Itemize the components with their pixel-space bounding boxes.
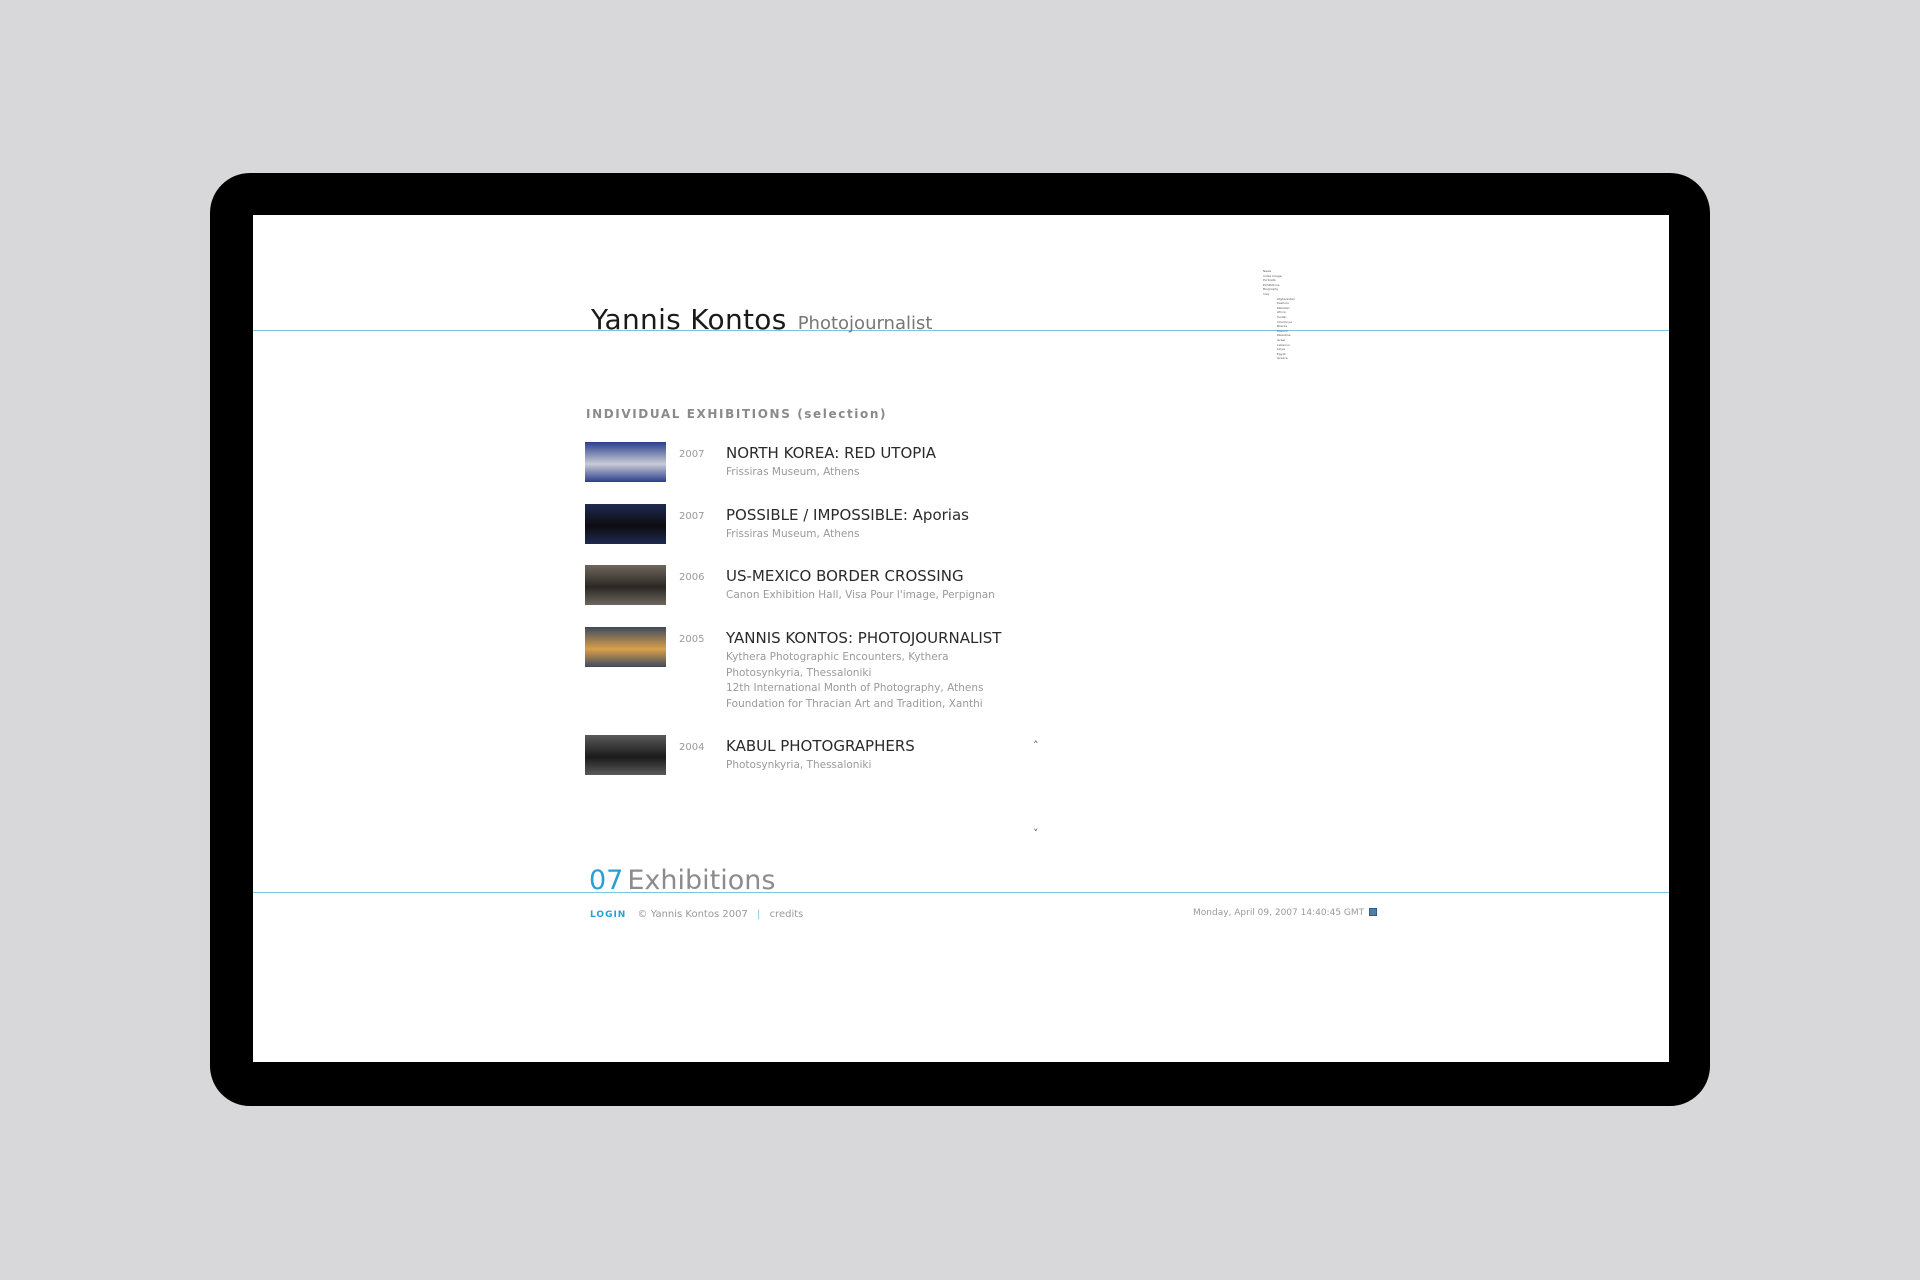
exhibition-venues: Photosynkyria, Thessaloniki xyxy=(726,758,871,774)
header-rule xyxy=(253,330,1669,331)
login-link[interactable]: LOGIN xyxy=(590,910,626,920)
exhibition-venue: Kythera Photographic Encounters, Kythera xyxy=(726,651,949,663)
exhibition-title[interactable]: KABUL PHOTOGRAPHERS xyxy=(726,737,915,755)
exhibition-venues: Kythera Photographic Encounters, Kythera… xyxy=(726,650,983,712)
exhibition-year: 2007 xyxy=(679,511,705,522)
exhibition-venues: Frissiras Museum, Athens xyxy=(726,527,860,543)
exhibition-thumbnail[interactable] xyxy=(585,442,666,482)
browser-screen: Yannis Kontos Photojournalist News Index … xyxy=(253,215,1669,1062)
exhibition-venue: Frissiras Museum, Athens xyxy=(726,528,860,540)
footer-links: LOGIN © Yannis Kontos 2007 | credits xyxy=(590,909,803,920)
exhibition-thumbnail[interactable] xyxy=(585,627,666,667)
site-name: Yannis Kontos xyxy=(591,303,787,336)
exhibition-venue: Frissiras Museum, Athens xyxy=(726,466,860,478)
copyright-text: © Yannis Kontos 2007 xyxy=(637,909,748,920)
exhibition-venue: Photosynkyria, Thessaloniki xyxy=(726,759,872,771)
exhibition-year: 2004 xyxy=(679,742,705,753)
exhibition-title[interactable]: US-MEXICO BORDER CROSSING xyxy=(726,567,964,585)
scroll-up-arrow-icon[interactable]: ˄ xyxy=(1033,739,1039,752)
exhibition-title[interactable]: YANNIS KONTOS: PHOTOJOURNALIST xyxy=(726,629,1001,647)
nav-item[interactable]: Greece xyxy=(1277,356,1288,361)
footer-separator: | xyxy=(757,909,761,920)
site-role: Photojournalist xyxy=(797,313,933,334)
exhibition-year: 2007 xyxy=(679,449,705,460)
navigation-menu: News Index Image Portraits Exhibitions Biogr… xyxy=(1263,269,1303,361)
credits-link[interactable]: credits xyxy=(770,909,804,920)
exhibition-venues: Canon Exhibition Hall, Visa Pour l'image… xyxy=(726,588,995,604)
scroll-down-arrow-icon[interactable]: ˅ xyxy=(1033,827,1039,840)
exhibition-year: 2006 xyxy=(679,572,705,583)
exhibition-venue: Foundation for Thracian Art and Traditio… xyxy=(726,697,983,710)
exhibition-venues: Frissiras Museum, Athens xyxy=(726,465,860,481)
nav-item[interactable]: Iraq xyxy=(1263,292,1269,297)
exhibition-thumbnail[interactable] xyxy=(585,504,666,544)
footer-datetime: Monday, April 09, 2007 14:40:45 GMT xyxy=(1193,908,1365,918)
exhibition-thumbnail[interactable] xyxy=(585,735,666,775)
exhibition-venue: Photosynkyria, Thessaloniki xyxy=(726,666,872,679)
exhibition-title[interactable]: POSSIBLE / IMPOSSIBLE: Aporias xyxy=(726,506,969,524)
exhibition-title[interactable]: NORTH KOREA: RED UTOPIA xyxy=(726,444,936,462)
footer-rule xyxy=(253,892,1669,893)
page-heading-number: 07 xyxy=(589,865,624,896)
footer-square-icon[interactable] xyxy=(1369,908,1377,916)
page-heading: 07 Exhibitions xyxy=(589,865,775,896)
exhibition-thumbnail[interactable] xyxy=(585,565,666,605)
exhibition-venue: 12th International Month of Photography,… xyxy=(726,682,984,694)
exhibition-venue: Canon Exhibition Hall, Visa Pour l'image… xyxy=(726,589,995,601)
page-heading-label: Exhibitions xyxy=(627,865,776,896)
section-heading: INDIVIDUAL EXHIBITIONS (selection) xyxy=(586,407,888,421)
exhibition-year: 2005 xyxy=(679,634,705,645)
site-title[interactable]: Yannis Kontos Photojournalist xyxy=(591,303,932,336)
